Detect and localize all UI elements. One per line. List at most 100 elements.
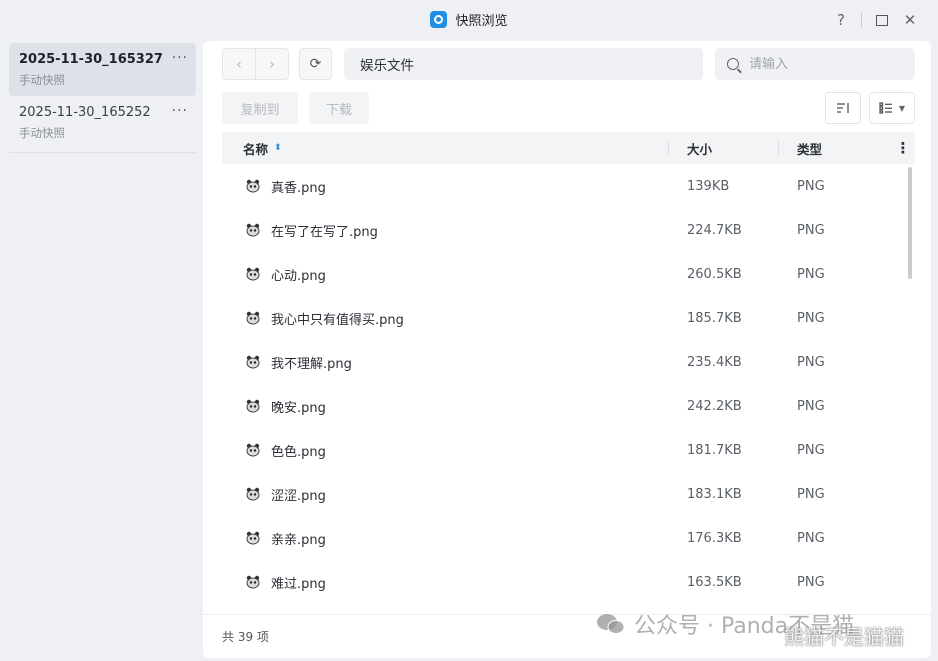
- cell-name: 在写了在写了.png: [222, 221, 668, 240]
- file-size: 183.1KB: [687, 486, 742, 502]
- file-size: 260.5KB: [687, 266, 742, 282]
- table-row[interactable]: 涩涩.png 183.1KB PNG: [222, 472, 915, 516]
- file-type: PNG: [797, 398, 825, 414]
- window-title: 快照浏览: [455, 13, 508, 29]
- current-path: 娱乐文件: [360, 58, 414, 74]
- cell-name: 心动.png: [222, 265, 668, 284]
- path-bar[interactable]: 娱乐文件: [344, 48, 703, 80]
- cell-name: 色色.png: [222, 441, 668, 460]
- image-thumbnail-icon: [245, 179, 261, 193]
- cell-name: 难过.png: [222, 573, 668, 592]
- cell-name: 我心中只有值得买.png: [222, 309, 668, 328]
- controls-divider: [861, 12, 862, 28]
- close-button[interactable]: ✕: [896, 9, 924, 31]
- table-row[interactable]: 难过.png 163.5KB PNG: [222, 560, 915, 604]
- title-bar: 快照浏览 ? ✕: [0, 0, 938, 38]
- file-type: PNG: [797, 310, 825, 326]
- file-name: 晚安.png: [271, 400, 326, 416]
- snapshot-type: 手动快照: [19, 126, 65, 140]
- table-row[interactable]: 在写了在写了.png 224.7KB PNG: [222, 208, 915, 252]
- table-row[interactable]: 我不理解.png 235.4KB PNG: [222, 340, 915, 384]
- image-thumbnail-icon: [245, 399, 261, 413]
- column-type[interactable]: 类型: [779, 139, 891, 158]
- window-controls: ? ✕: [827, 9, 924, 31]
- snapshot-app-icon: [430, 10, 448, 28]
- item-count: 共 39 项: [222, 630, 269, 644]
- wechat-icon: [597, 614, 625, 634]
- file-browser-panel: ‹ › ⟳ 娱乐文件 复制到 下载 ▼ 名称 ⬍ 大小 类型 ⋮ 真香.png 1…: [203, 41, 931, 658]
- app-title: 快照浏览: [430, 10, 508, 29]
- forward-button[interactable]: ›: [255, 49, 288, 79]
- refresh-icon: ⟳: [309, 56, 322, 72]
- file-type: PNG: [797, 178, 825, 194]
- table-row[interactable]: 色色.png 181.7KB PNG: [222, 428, 915, 472]
- table-row[interactable]: 心动.png 260.5KB PNG: [222, 252, 915, 296]
- file-size: 181.7KB: [687, 442, 742, 458]
- download-button[interactable]: 下载: [309, 92, 369, 124]
- cell-name: 亲亲.png: [222, 529, 668, 548]
- column-size[interactable]: 大小: [669, 139, 778, 158]
- image-thumbnail-icon: [245, 531, 261, 545]
- search-icon: [727, 58, 739, 70]
- search-input[interactable]: [749, 56, 899, 72]
- snapshot-name: 2025-11-30_165252: [19, 105, 151, 120]
- file-size: 224.7KB: [687, 222, 742, 238]
- file-type: PNG: [797, 530, 825, 546]
- column-name[interactable]: 名称 ⬍: [222, 139, 668, 158]
- table-row[interactable]: 我心中只有值得买.png 185.7KB PNG: [222, 296, 915, 340]
- snapshot-list: 2025-11-30_165327 手动快照 ··· 2025-11-30_16…: [9, 43, 196, 443]
- search-field[interactable]: [715, 48, 915, 80]
- table-row[interactable]: 亲亲.png 176.3KB PNG: [222, 516, 915, 560]
- file-type: PNG: [797, 574, 825, 590]
- file-name: 我心中只有值得买.png: [271, 312, 404, 328]
- image-thumbnail-icon: [245, 575, 261, 589]
- file-name: 在写了在写了.png: [271, 224, 378, 240]
- file-type: PNG: [797, 266, 825, 282]
- file-size: 235.4KB: [687, 354, 742, 370]
- scrollbar[interactable]: [908, 167, 912, 279]
- image-thumbnail-icon: [245, 443, 261, 457]
- file-size: 139KB: [687, 178, 730, 194]
- file-name: 涩涩.png: [271, 488, 326, 504]
- divider: [9, 152, 196, 153]
- snapshot-item[interactable]: 2025-11-30_165252 手动快照 ···: [9, 96, 196, 149]
- back-button[interactable]: ‹: [223, 49, 255, 79]
- sort-button[interactable]: [825, 92, 861, 124]
- file-name: 真香.png: [271, 180, 326, 196]
- copy-to-button[interactable]: 复制到: [222, 92, 298, 124]
- nav-buttons: ‹ ›: [222, 48, 289, 80]
- image-thumbnail-icon: [245, 311, 261, 325]
- file-name: 色色.png: [271, 444, 326, 460]
- file-size: 185.7KB: [687, 310, 742, 326]
- refresh-button[interactable]: ⟳: [299, 48, 332, 80]
- maximize-icon: [876, 14, 888, 26]
- file-list: 真香.png 139KB PNG 在写了在写了.png 224.7KB PNG 心动.png…: [222, 164, 915, 613]
- snapshot-type: 手动快照: [19, 73, 65, 87]
- sort-icon: [837, 103, 849, 113]
- image-thumbnail-icon: [245, 267, 261, 281]
- more-icon[interactable]: ···: [172, 50, 188, 66]
- column-options-icon[interactable]: ⋮: [891, 139, 915, 157]
- watermark-text-2: 熊猫不是猫猫: [784, 625, 904, 649]
- table-row[interactable]: 真香.png 139KB PNG: [222, 164, 915, 208]
- snapshot-item[interactable]: 2025-11-30_165327 手动快照 ···: [9, 43, 196, 96]
- table-row[interactable]: 晚安.png 242.2KB PNG: [222, 384, 915, 428]
- view-mode-button[interactable]: ▼: [869, 92, 915, 124]
- cell-name: 晚安.png: [222, 397, 668, 416]
- file-type: PNG: [797, 222, 825, 238]
- file-name: 难过.png: [271, 576, 326, 592]
- file-size: 163.5KB: [687, 574, 742, 590]
- file-type: PNG: [797, 354, 825, 370]
- maximize-button[interactable]: [868, 9, 896, 31]
- table-header: 名称 ⬍ 大小 类型 ⋮: [222, 132, 915, 164]
- more-icon[interactable]: ···: [172, 103, 188, 119]
- help-button[interactable]: ?: [827, 9, 855, 31]
- sort-indicator-icon: ⬍: [274, 143, 282, 153]
- file-size: 242.2KB: [687, 398, 742, 414]
- file-name: 心动.png: [271, 268, 326, 284]
- chevron-down-icon: ▼: [898, 103, 906, 113]
- file-type: PNG: [797, 442, 825, 458]
- list-view-icon: [879, 102, 892, 114]
- image-thumbnail-icon: [245, 223, 261, 237]
- image-thumbnail-icon: [245, 355, 261, 369]
